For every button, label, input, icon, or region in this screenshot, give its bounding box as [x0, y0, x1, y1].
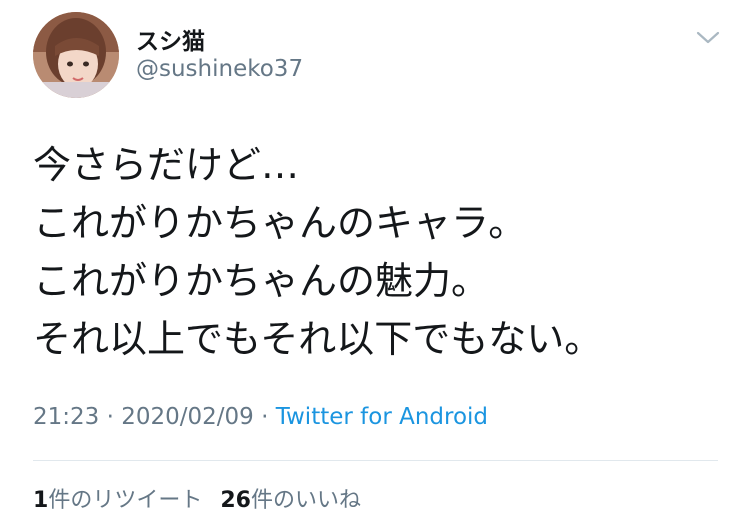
- retweet-count-link[interactable]: 1件のリツイート: [33, 488, 202, 513]
- like-count-link[interactable]: 26件のいいね: [220, 488, 361, 513]
- tweet-line: それ以上でもそれ以下でもない。: [33, 317, 603, 361]
- display-name[interactable]: スシ猫: [136, 22, 205, 56]
- meta-separator: ·: [106, 404, 114, 430]
- tweet-text: 今さらだけど… これがりかちゃんのキャラ。 これがりかちゃんの魅力。 それ以上で…: [33, 136, 723, 368]
- avatar[interactable]: [33, 12, 119, 98]
- tweet-line: 今さらだけど…: [33, 143, 300, 187]
- tweet-source-link[interactable]: Twitter for Android: [276, 404, 488, 430]
- tweet-time[interactable]: 21:23: [33, 404, 99, 430]
- tweet-line: これがりかちゃんの魅力。: [33, 259, 490, 303]
- retweet-label: 件のリツイート: [48, 488, 203, 513]
- tweet-card: スシ猫 @sushineko37 今さらだけど… これがりかちゃんのキャラ。 こ…: [0, 0, 750, 520]
- meta-separator: ·: [261, 404, 269, 430]
- tweet-stats: 1件のリツイート 26件のいいね: [33, 482, 361, 514]
- like-label: 件のいいね: [250, 488, 361, 513]
- user-handle[interactable]: @sushineko37: [136, 56, 303, 82]
- like-count: 26: [220, 488, 251, 513]
- retweet-count: 1: [33, 488, 49, 513]
- tweet-meta: 21:23 · 2020/02/09 · Twitter for Android: [33, 404, 488, 430]
- tweet-line: これがりかちゃんのキャラ。: [33, 201, 527, 245]
- tweet-date[interactable]: 2020/02/09: [121, 404, 254, 430]
- divider: [33, 460, 718, 461]
- chevron-down-icon[interactable]: [694, 26, 722, 48]
- profile-photo-icon: [33, 12, 119, 98]
